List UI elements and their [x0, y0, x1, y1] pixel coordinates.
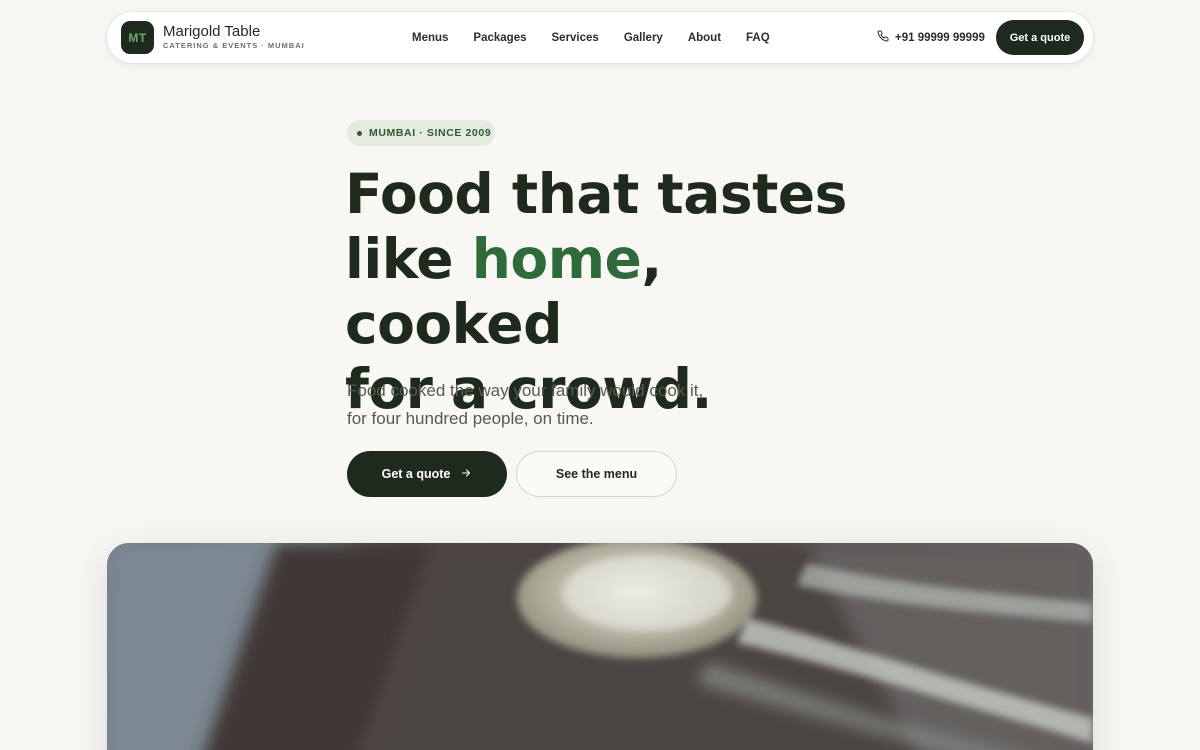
hero-get-quote-button[interactable]: Get a quote — [347, 451, 507, 497]
phone-link[interactable]: +91 99999 99999 — [877, 30, 985, 45]
location-pill: MUMBAI · SINCE 2009 — [347, 120, 495, 146]
phone-icon — [877, 30, 889, 45]
nav-link-about[interactable]: About — [688, 32, 721, 44]
headline-accent-word: home — [471, 227, 642, 291]
logo-initials: MT — [128, 30, 147, 45]
nav-link-menus[interactable]: Menus — [412, 32, 448, 44]
top-nav: MT Marigold Table CATERING & EVENTS · MU… — [107, 12, 1093, 63]
nav-link-faq[interactable]: FAQ — [746, 32, 770, 44]
nav-link-gallery[interactable]: Gallery — [624, 32, 663, 44]
brand-name[interactable]: Marigold Table — [163, 23, 260, 40]
nav-get-quote-button[interactable]: Get a quote — [996, 20, 1084, 55]
nav-links: Menus Packages Services Gallery About FA… — [412, 12, 795, 63]
nav-link-services[interactable]: Services — [552, 32, 599, 44]
hero-lede: Food cooked the way your family would co… — [347, 381, 704, 428]
headline-line-2-pre: like — [345, 227, 472, 291]
pill-dot — [357, 130, 362, 136]
spoon-photo-illustration — [107, 543, 1093, 750]
hero-photo — [107, 543, 1093, 750]
hero-get-quote-label: Get a quote — [381, 467, 451, 481]
headline-line-1: Food that tastes — [345, 162, 847, 226]
arrow-right-icon — [460, 467, 472, 482]
nav-link-packages[interactable]: Packages — [473, 32, 526, 44]
see-menu-button[interactable]: See the menu — [516, 451, 677, 497]
logo-badge[interactable]: MT — [121, 21, 154, 54]
phone-number: +91 99999 99999 — [895, 31, 985, 44]
brand-tagline: CATERING & EVENTS · MUMBAI — [163, 41, 305, 50]
pill-label: MUMBAI · SINCE 2009 — [369, 127, 492, 139]
